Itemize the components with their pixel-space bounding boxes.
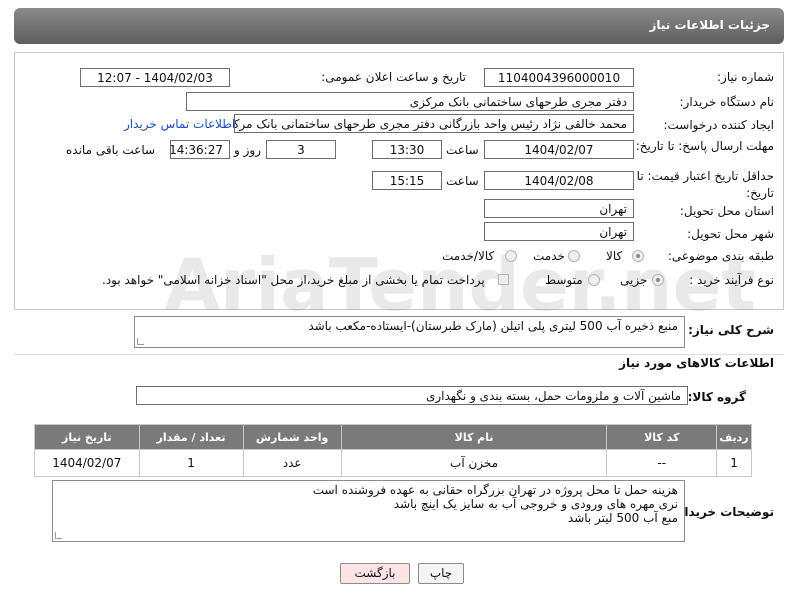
category-label: طبقه بندی موضوعی: — [667, 249, 774, 263]
description-label: شرح کلی نیاز: — [688, 323, 774, 337]
deadline-time-label: ساعت — [446, 143, 479, 157]
goods-table-container: ردیف کد کالا نام کالا واحد شمارش تعداد /… — [34, 424, 752, 477]
buyer-note-line: مبع آب 500 لیتر باشد — [567, 511, 678, 525]
deadline-date-field[interactable]: 1404/02/07 — [484, 140, 634, 159]
buyer-org-field[interactable]: دفتر مجری طرحهای ساختمانی بانک مرکزی — [186, 92, 634, 111]
goods-table-header: ردیف کد کالا نام کالا واحد شمارش تعداد /… — [34, 424, 752, 450]
buyer-notes-textarea[interactable]: هزینه حمل تا محل پروژه در تهران بزرگراه … — [52, 480, 685, 542]
goods-group-field[interactable]: ماشین آلات و ملزومات حمل، بسته بندی و نگ… — [136, 386, 688, 405]
category-option-goods: کالا — [606, 249, 623, 263]
remaining-time-field[interactable]: 14:36:27 — [170, 140, 230, 159]
category-option-service: خدمت — [533, 249, 565, 263]
need-number-field[interactable]: 1104004396000010 — [484, 68, 634, 87]
col-date: تاریخ نیاز — [34, 424, 140, 450]
province-field[interactable]: تهران — [484, 199, 634, 218]
announce-date-field[interactable]: 1404/02/03 - 12:07 — [80, 68, 230, 87]
province-label: استان محل تحویل: — [679, 204, 774, 218]
category-radio-both[interactable] — [505, 250, 517, 262]
days-label: روز و — [234, 143, 261, 157]
resize-handle-icon[interactable] — [137, 338, 144, 345]
buyer-notes-label: توضیحات خریدار: — [672, 505, 774, 519]
description-textarea[interactable]: منبع ذخیره آب 500 لیتری پلی اتیلن (مارک … — [134, 316, 685, 348]
goods-section-title: اطلاعات کالاهای مورد نیاز — [619, 356, 774, 370]
process-radio-minor[interactable] — [652, 274, 664, 286]
cell-date: 1404/02/07 — [34, 449, 140, 477]
min-price-label: حداقل تاریخ اعتبار قیمت: تا تاریخ: — [636, 169, 774, 200]
col-code: کد کالا — [606, 424, 718, 450]
cell-unit: عدد — [242, 449, 342, 477]
city-field[interactable]: تهران — [484, 222, 634, 241]
buyer-note-line: هزینه حمل تا محل پروژه در تهران بزرگراه … — [312, 483, 678, 497]
payment-checkbox[interactable] — [498, 274, 509, 285]
category-radio-goods[interactable] — [632, 250, 644, 262]
process-label: نوع فرآیند خرید : — [689, 273, 774, 287]
back-button[interactable]: بازگشت — [340, 563, 410, 584]
payment-note: پرداخت تمام یا بخشی از مبلغ خرید،از محل … — [102, 273, 485, 287]
goods-table: ردیف کد کالا نام کالا واحد شمارش تعداد /… — [34, 424, 752, 477]
deadline-time-field[interactable]: 13:30 — [372, 140, 442, 159]
category-radio-service[interactable] — [568, 250, 580, 262]
cell-code: -- — [606, 449, 718, 477]
min-price-time-label: ساعت — [446, 174, 479, 188]
deadline-label: مهلت ارسال پاسخ: تا تاریخ: — [635, 139, 774, 153]
cell-qty: 1 — [138, 449, 244, 477]
min-price-date-field[interactable]: 1404/02/08 — [484, 171, 634, 190]
city-label: شهر محل تحویل: — [687, 227, 774, 241]
requester-field[interactable]: محمد خالقی نژاد رئیس واحد بازرگانی دفتر … — [234, 114, 634, 133]
cell-row: 1 — [716, 449, 752, 477]
col-unit: واحد شمارش — [242, 424, 342, 450]
print-button[interactable]: چاپ — [418, 563, 464, 584]
process-radio-medium[interactable] — [588, 274, 600, 286]
contact-info-link[interactable]: اطلاعات تماس خریدار — [124, 117, 235, 131]
process-option-medium: متوسط — [545, 273, 583, 287]
page-title: جزئیات اطلاعات نیاز — [649, 18, 770, 32]
process-option-minor: جزیی — [620, 273, 648, 287]
goods-group-label: گروه کالا: — [687, 390, 746, 404]
remaining-time-label: ساعت باقی مانده — [66, 143, 156, 157]
col-row: ردیف — [716, 424, 752, 450]
requester-label: ایجاد کننده درخواست: — [663, 118, 774, 132]
cell-name: مخزن آب — [340, 449, 608, 477]
buyer-org-label: نام دستگاه خریدار: — [679, 95, 775, 109]
resize-handle-icon[interactable] — [55, 532, 62, 539]
buyer-note-line: نری مهره های ورودی و خروجی آب به سایز یک… — [393, 497, 678, 511]
divider — [14, 354, 784, 355]
min-price-time-field[interactable]: 15:15 — [372, 171, 442, 190]
col-qty: تعداد / مقدار — [138, 424, 244, 450]
panel-header: جزئیات اطلاعات نیاز — [14, 8, 784, 44]
col-name: نام کالا — [340, 424, 608, 450]
category-option-both: کالا/خدمت — [442, 249, 495, 263]
description-text: منبع ذخیره آب 500 لیتری پلی اتیلن (مارک … — [308, 319, 678, 333]
announce-label: تاریخ و ساعت اعلان عمومی: — [321, 70, 466, 84]
table-row[interactable]: 1 -- مخزن آب عدد 1 1404/02/07 — [34, 449, 752, 477]
days-field[interactable]: 3 — [266, 140, 336, 159]
need-number-label: شماره نیاز: — [717, 70, 774, 84]
